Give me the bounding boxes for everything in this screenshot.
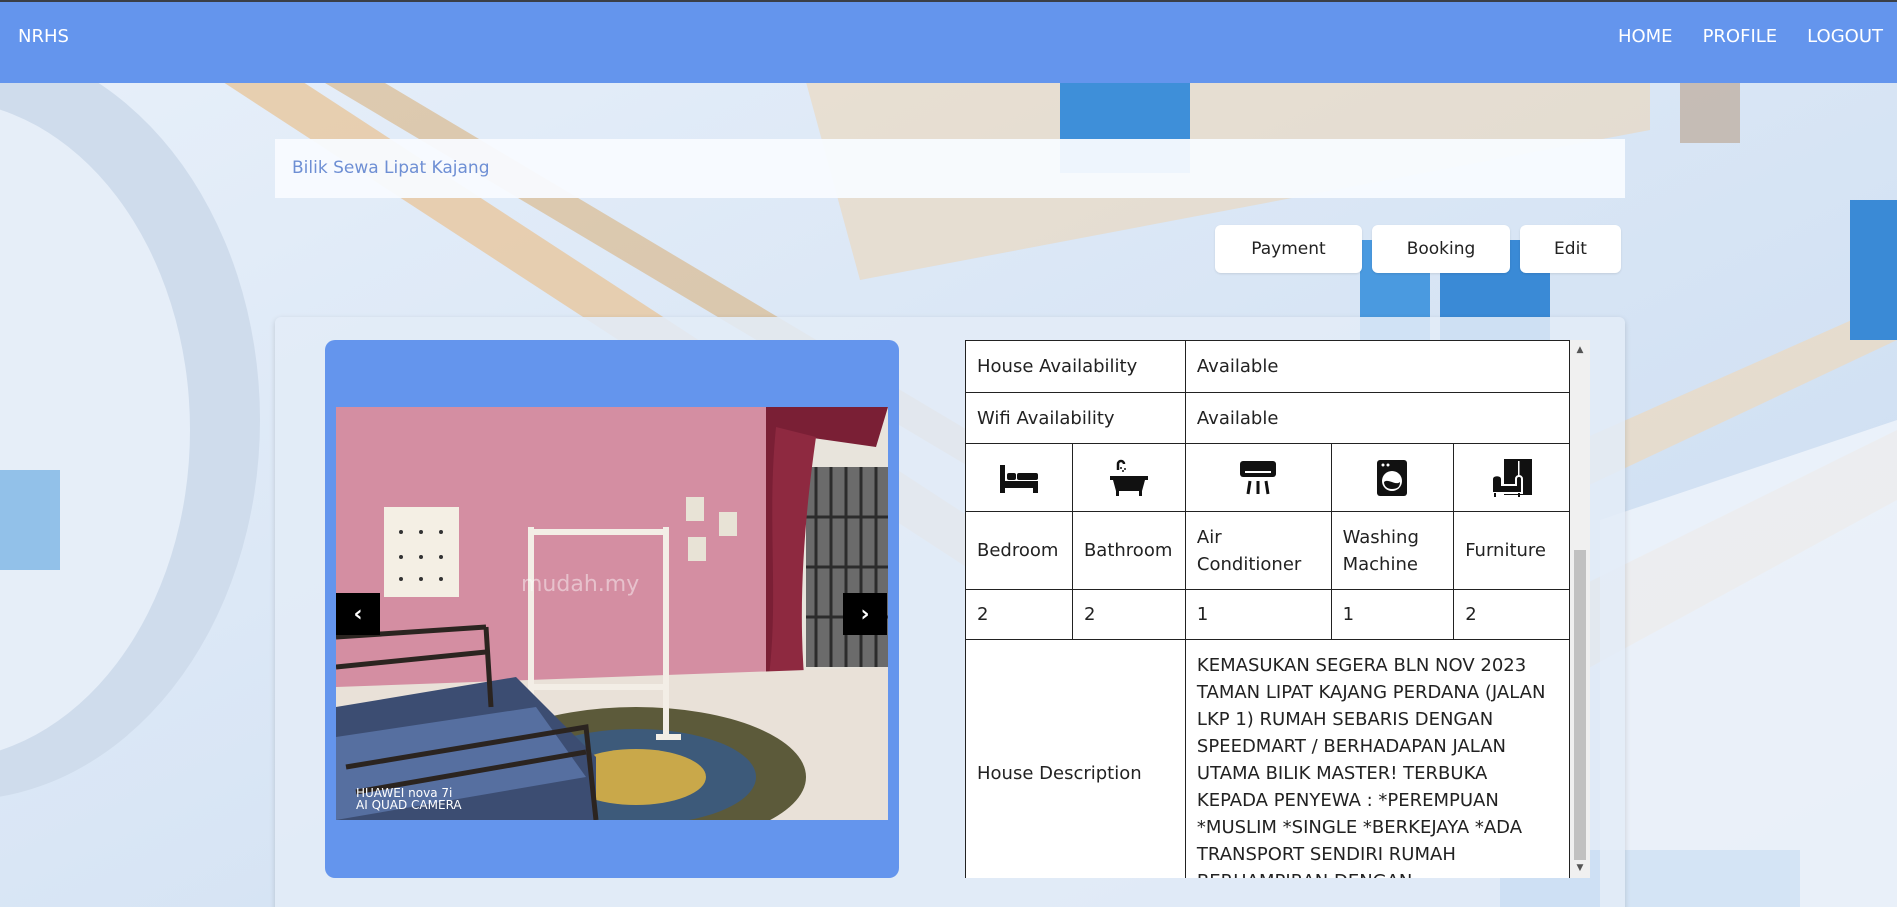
amenity-label: Bathroom — [1071, 511, 1186, 590]
payment-button[interactable]: Payment — [1215, 225, 1362, 273]
amenity-label: Washing Machine — [1330, 511, 1455, 590]
amenity-label: Furniture — [1453, 511, 1570, 590]
amenity-label: Bedroom — [965, 511, 1073, 590]
carousel-next-button[interactable]: › — [843, 593, 887, 635]
details-scrollbar[interactable]: ▲ ▼ — [1570, 340, 1590, 878]
house-title: Bilik Sewa Lipat Kajang — [292, 158, 490, 178]
washing-machine-icon — [1343, 445, 1443, 511]
booking-button[interactable]: Booking — [1372, 225, 1510, 273]
air-conditioner-icon — [1197, 445, 1320, 511]
table-row: House Description KEMASUKAN SEGERA BLN N… — [965, 639, 1571, 878]
scroll-thumb[interactable] — [1574, 550, 1586, 860]
amenity-icon-cell — [1453, 443, 1570, 512]
amenity-count: 2 — [1071, 589, 1186, 640]
table-row: House Availability Available — [965, 340, 1571, 393]
bathtub-icon — [1084, 445, 1174, 511]
scroll-down-arrow-icon[interactable]: ▼ — [1570, 860, 1590, 876]
wifi-availability-label: Wifi Availability — [965, 392, 1186, 444]
navbar: NRHS HOME PROFILE LOGOUT — [0, 0, 1897, 83]
wifi-availability-value: Available — [1184, 392, 1571, 444]
amenity-count-row: 2 2 1 1 2 — [965, 589, 1570, 640]
amenity-icon-cell — [1071, 443, 1186, 512]
bed-icon — [977, 445, 1061, 511]
nav-home-link[interactable]: HOME — [1618, 26, 1673, 47]
amenity-label: Air Conditioner — [1184, 511, 1332, 590]
carousel-prev-button[interactable]: ‹ — [336, 593, 380, 635]
brand-logo[interactable]: NRHS — [18, 26, 69, 47]
edit-button[interactable]: Edit — [1520, 225, 1621, 273]
amenity-icon-cell — [965, 443, 1073, 512]
amenity-icon-cell — [1184, 443, 1332, 512]
amenity-count: 1 — [1330, 589, 1455, 640]
house-description-value: KEMASUKAN SEGERA BLN NOV 2023 TAMAN LIPA… — [1184, 639, 1571, 878]
camera-tag-line2: AI QUAD CAMERA — [356, 798, 462, 812]
nav-logout-link[interactable]: LOGOUT — [1807, 26, 1883, 47]
house-description-label: House Description — [965, 639, 1186, 878]
house-title-bar: Bilik Sewa Lipat Kajang — [275, 139, 1625, 198]
amenity-count: 2 — [1453, 589, 1570, 640]
furniture-icon — [1465, 445, 1558, 511]
room-photo: mudah.my HUAWEI nova 7i AI QUAD CAMERA — [336, 407, 888, 820]
amenity-icon-cell — [1330, 443, 1455, 512]
amenity-count: 1 — [1184, 589, 1332, 640]
nav-profile-link[interactable]: PROFILE — [1703, 26, 1778, 47]
nav-links: HOME PROFILE LOGOUT — [1618, 26, 1883, 47]
camera-tag: HUAWEI nova 7i AI QUAD CAMERA — [356, 787, 462, 811]
room-photo-illustration — [336, 407, 888, 820]
scroll-up-arrow-icon[interactable]: ▲ — [1570, 342, 1590, 358]
amenity-count: 2 — [965, 589, 1073, 640]
house-details-table: House Availability Available Wifi Availa… — [965, 340, 1571, 878]
photo-watermark: mudah.my — [521, 572, 640, 597]
amenity-label-row: Bedroom Bathroom Air Conditioner Washing… — [965, 511, 1570, 590]
house-availability-label: House Availability — [965, 340, 1186, 393]
table-row: Wifi Availability Available — [965, 392, 1571, 444]
amenity-icon-row — [965, 443, 1570, 512]
house-availability-value: Available — [1184, 340, 1571, 393]
house-details-panel[interactable]: House Availability Available Wifi Availa… — [965, 340, 1590, 878]
